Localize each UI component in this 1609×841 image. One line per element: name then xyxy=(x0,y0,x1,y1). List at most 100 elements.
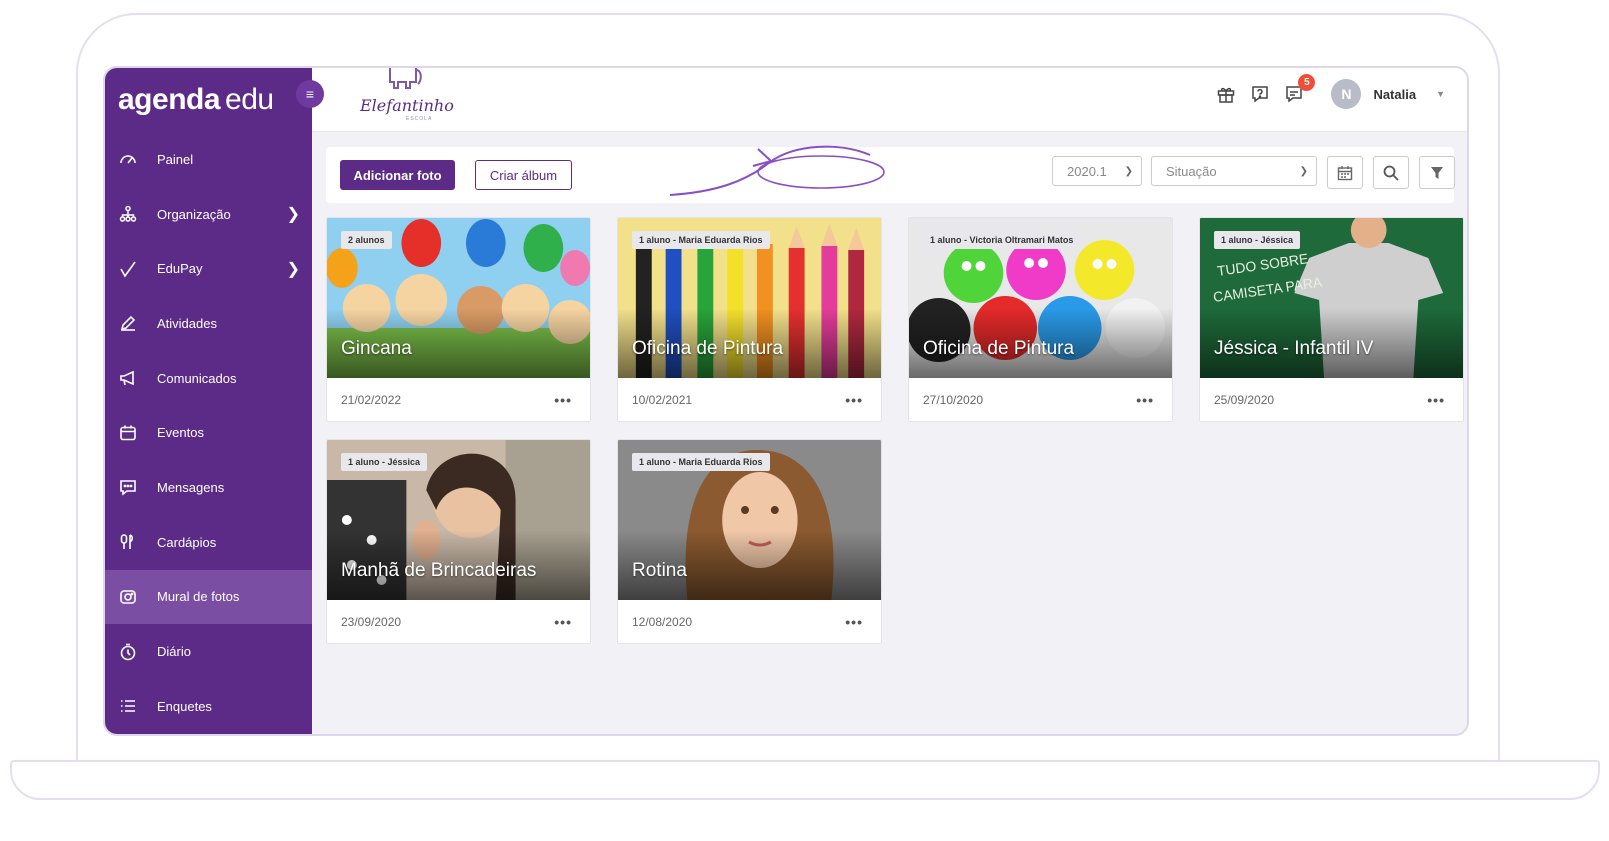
help-icon[interactable] xyxy=(1249,83,1271,105)
brand-name-bold: agenda xyxy=(118,83,221,116)
gift-icon[interactable] xyxy=(1215,83,1237,105)
filter-icon xyxy=(1431,166,1443,179)
chevron-down-icon: ❯ xyxy=(1124,165,1133,177)
students-tag: 1 aluno - Jéssica xyxy=(341,453,428,471)
album-card[interactable]: TUDO SOBRE CAMISETA PARA 1 aluno - Jéssi… xyxy=(1199,217,1464,422)
sidebar-item-atividades[interactable]: Atividades xyxy=(105,296,312,351)
card-footer: 25/09/2020 ••• xyxy=(1200,378,1463,421)
album-card[interactable]: 1 aluno - Jéssica Manhã de Brincadeiras … xyxy=(326,439,591,644)
card-footer: 10/02/2021 ••• xyxy=(618,378,881,421)
sidebar-item-label: Eventos xyxy=(157,425,204,441)
album-title: Gincana xyxy=(341,338,412,359)
megaphone-icon xyxy=(118,368,138,388)
menu-toggle-button[interactable]: ≡ xyxy=(296,80,324,108)
album-thumbnail[interactable]: TUDO SOBRE CAMISETA PARA 1 aluno - Jéssi… xyxy=(1200,218,1463,378)
more-options-icon[interactable]: ••• xyxy=(1136,392,1154,408)
album-title: Manhã de Brincadeiras xyxy=(341,560,537,581)
more-options-icon[interactable]: ••• xyxy=(845,614,863,630)
album-date: 27/10/2020 xyxy=(923,393,984,407)
album-title: Oficina de Pintura xyxy=(923,338,1075,359)
school-subtitle: ESCOLA xyxy=(406,116,433,122)
header-actions: 5 N Natalia ▼ xyxy=(1215,74,1445,109)
album-date: 23/09/2020 xyxy=(341,615,402,629)
more-options-icon[interactable]: ••• xyxy=(845,392,863,408)
utensils-icon xyxy=(118,532,138,552)
album-title: Oficina de Pintura xyxy=(632,338,784,359)
album-thumbnail[interactable]: 1 aluno - Jéssica Manhã de Brincadeiras xyxy=(327,440,590,600)
user-name[interactable]: Natalia xyxy=(1373,87,1416,102)
more-options-icon[interactable]: ••• xyxy=(1427,392,1445,408)
album-title: Rotina xyxy=(632,560,687,581)
messages-icon[interactable]: 5 xyxy=(1283,74,1316,105)
sidebar-item-painel[interactable]: Painel xyxy=(105,132,312,187)
app-screen: agenda edu Painel Organização ❯ EduPay ❯ … xyxy=(103,66,1469,736)
sidebar-item-diario[interactable]: Diário xyxy=(105,624,312,679)
card-footer: 12/08/2020 ••• xyxy=(618,600,881,643)
sidebar-item-cardapios[interactable]: Cardápios xyxy=(105,515,312,570)
pay-check-icon xyxy=(118,259,138,279)
album-thumbnail[interactable]: 1 aluno - Maria Eduarda Rios Rotina xyxy=(618,440,881,600)
hamburger-icon: ≡ xyxy=(305,86,315,102)
album-card[interactable]: 1 aluno - Maria Eduarda Rios Rotina 12/0… xyxy=(617,439,882,644)
sidebar-item-label: Diário xyxy=(157,644,191,660)
sidebar-item-label: Mensagens xyxy=(157,479,225,495)
calendar-icon xyxy=(1337,165,1353,180)
org-chart-icon xyxy=(118,204,138,224)
elephant-icon xyxy=(389,68,422,89)
card-footer: 21/02/2022 ••• xyxy=(327,378,590,421)
sidebar-item-label: Painel xyxy=(157,151,194,167)
album-date: 25/09/2020 xyxy=(1214,393,1275,407)
sidebar-item-label: Comunicados xyxy=(157,370,237,386)
sidebar-item-label: Atividades xyxy=(157,315,217,331)
students-tag: 1 aluno - Victoria Oltramari Matos xyxy=(923,231,1081,249)
sidebar-item-label: Cardápios xyxy=(157,534,217,550)
students-tag: 2 alunos xyxy=(341,231,392,249)
avatar[interactable]: N xyxy=(1331,79,1362,109)
period-select[interactable]: 2020.1 ❯ xyxy=(1052,156,1142,186)
clock-icon xyxy=(118,642,138,662)
status-select[interactable]: Situação ❯ xyxy=(1151,156,1317,186)
chevron-down-icon: ❯ xyxy=(1299,165,1308,177)
album-thumbnail[interactable]: 1 aluno - Maria Eduarda Rios Oficina de … xyxy=(618,218,881,378)
photo-toolbar: Adicionar foto Criar álbum 2020.1 ❯ Situ… xyxy=(326,147,1455,203)
album-card[interactable]: 1 aluno - Maria Eduarda Rios Oficina de … xyxy=(617,217,882,422)
sidebar-item-label: Mural de fotos xyxy=(157,589,240,605)
filter-button[interactable] xyxy=(1419,156,1455,189)
sidebar-item-label: EduPay xyxy=(157,261,203,277)
students-tag: 1 aluno - Maria Eduarda Rios xyxy=(632,231,770,249)
sidebar-item-eventos[interactable]: Eventos xyxy=(105,405,312,460)
album-card[interactable]: 1 aluno - Victoria Oltramari Matos Ofici… xyxy=(908,217,1173,422)
album-date: 21/02/2022 xyxy=(341,393,402,407)
calendar-icon xyxy=(118,423,138,443)
school-logo[interactable]: Elefantinho ESCOLA xyxy=(358,68,454,128)
sidebar-item-mural-de-fotos[interactable]: Mural de fotos xyxy=(105,569,312,625)
add-photo-button[interactable]: Adicionar foto xyxy=(340,160,455,190)
camera-icon xyxy=(118,587,138,607)
search-button[interactable] xyxy=(1373,156,1409,189)
sidebar-item-enquetes[interactable]: Enquetes xyxy=(105,679,312,734)
album-card[interactable]: 2 alunos Gincana 21/02/2022 ••• xyxy=(326,217,591,422)
calendar-button[interactable] xyxy=(1327,156,1363,189)
brand-logo[interactable]: agenda edu xyxy=(105,68,312,132)
caret-down-icon[interactable]: ▼ xyxy=(1436,89,1445,99)
sidebar-item-comunicados[interactable]: Comunicados xyxy=(105,351,312,406)
laptop-base xyxy=(10,760,1600,800)
sidebar-item-label: Organização xyxy=(157,206,231,222)
more-options-icon[interactable]: ••• xyxy=(554,614,572,630)
students-tag: 1 aluno - Jéssica xyxy=(1214,231,1301,249)
create-album-button[interactable]: Criar álbum xyxy=(475,160,572,190)
more-options-icon[interactable]: ••• xyxy=(554,392,572,408)
album-thumbnail[interactable]: 2 alunos Gincana xyxy=(327,218,590,378)
dashboard-icon xyxy=(118,149,138,169)
list-icon xyxy=(118,696,138,716)
sidebar-item-mensagens[interactable]: Mensagens xyxy=(105,460,312,515)
album-thumbnail[interactable]: 1 aluno - Victoria Oltramari Matos Ofici… xyxy=(909,218,1172,378)
sidebar: agenda edu Painel Organização ❯ EduPay ❯ … xyxy=(105,68,312,734)
card-footer: 23/09/2020 ••• xyxy=(327,600,590,643)
sidebar-item-organizacao[interactable]: Organização ❯ xyxy=(105,187,312,242)
status-select-placeholder: Situação xyxy=(1166,163,1217,179)
students-tag: 1 aluno - Maria Eduarda Rios xyxy=(632,453,770,471)
chevron-right-icon: ❯ xyxy=(286,260,300,278)
sidebar-item-edupay[interactable]: EduPay ❯ xyxy=(105,241,312,296)
top-header: Elefantinho ESCOLA 5 N Natalia ▼ xyxy=(312,68,1467,132)
